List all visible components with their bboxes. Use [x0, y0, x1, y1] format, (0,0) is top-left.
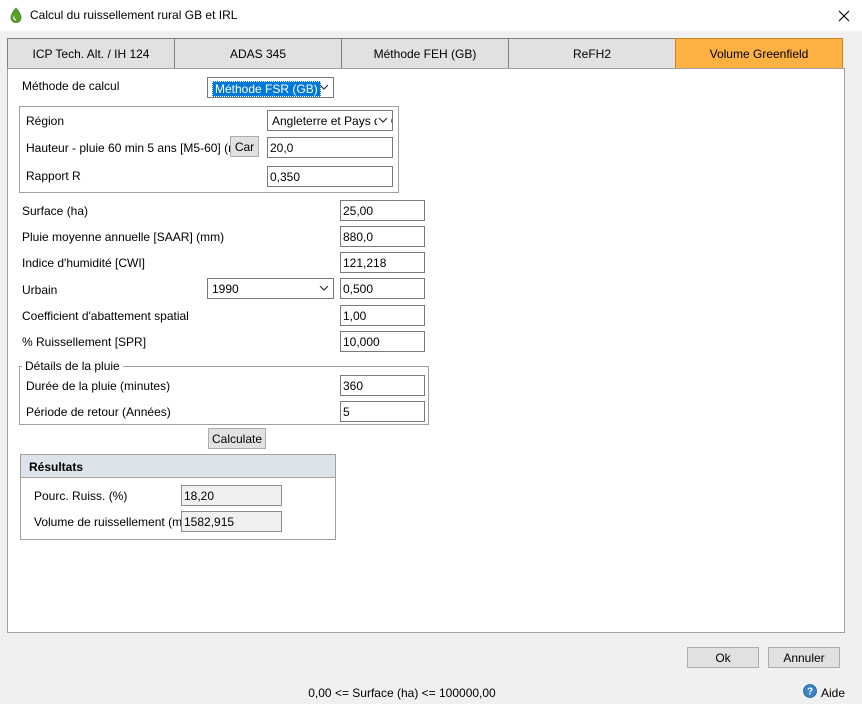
pourc-label: Pourc. Ruiss. (%)	[34, 489, 128, 503]
car-button[interactable]: Car	[230, 136, 259, 157]
region-label: Région	[26, 114, 65, 128]
methode-selected-value: Méthode FSR (GB)	[212, 81, 321, 97]
svg-text:?: ?	[807, 687, 813, 698]
help-icon[interactable]: ?	[803, 684, 817, 698]
duree-input[interactable]: 360	[340, 375, 425, 396]
spr-label: % Ruissellement [SPR]	[22, 335, 147, 349]
tab-icp-tech[interactable]: ICP Tech. Alt. / IH 124	[7, 38, 175, 69]
rapport-label: Rapport R	[26, 169, 81, 183]
tab-label: ADAS 345	[229, 46, 287, 61]
tab-methode-feh[interactable]: Méthode FEH (GB)	[341, 38, 509, 69]
calculate-button[interactable]: Calculate	[208, 428, 266, 449]
duree-label: Durée de la pluie (minutes)	[26, 379, 171, 393]
rapport-input[interactable]: 0,350	[267, 166, 393, 187]
cancel-button-label: Annuler	[783, 650, 825, 665]
ok-button[interactable]: Ok	[687, 647, 759, 668]
coef-input[interactable]: 1,00	[340, 305, 425, 326]
saar-label: Pluie moyenne annuelle [SAAR] (mm)	[22, 230, 225, 244]
results-title: Résultats	[21, 455, 335, 478]
tab-volume-greenfield[interactable]: Volume Greenfield	[675, 38, 843, 69]
urbain-year-value: 1990	[212, 282, 239, 296]
window-title: Calcul du ruissellement rural GB et IRL	[30, 8, 238, 22]
hauteur-input[interactable]: 20,0	[267, 137, 393, 158]
app-droplet-icon	[10, 7, 22, 23]
volume-label: Volume de ruissellement (m³)	[34, 515, 191, 529]
cwi-label: Indice d'humidité [CWI]	[22, 256, 146, 270]
urbain-label: Urbain	[22, 283, 58, 297]
tab-label: Volume Greenfield	[709, 46, 809, 61]
periode-label: Période de retour (Années)	[26, 405, 171, 419]
tab-label: ReFH2	[572, 46, 611, 61]
close-button[interactable]	[826, 0, 862, 31]
urbain-input[interactable]: 0,500	[340, 278, 425, 299]
title-bar: Calcul du ruissellement rural GB et IRL	[0, 0, 862, 31]
calculate-button-label: Calculate	[211, 431, 263, 446]
help-label[interactable]: Aide	[821, 686, 845, 700]
spr-input[interactable]: 10,000	[340, 331, 425, 352]
chevron-down-icon	[377, 114, 389, 126]
car-button-label: Car	[234, 139, 255, 154]
tab-label: ICP Tech. Alt. / IH 124	[32, 46, 150, 61]
methode-label: Méthode de calcul	[22, 79, 120, 93]
pourc-output: 18,20	[181, 485, 282, 506]
methode-select[interactable]: Méthode FSR (GB)	[207, 77, 334, 98]
saar-input[interactable]: 880,0	[340, 226, 425, 247]
tab-bar: ICP Tech. Alt. / IH 124 ADAS 345 Méthode…	[7, 38, 843, 69]
ok-button-label: Ok	[715, 650, 731, 665]
status-text: 0,00 <= Surface (ha) <= 100000,00	[308, 686, 496, 700]
region-select[interactable]: Angleterre et Pays de Galles	[267, 110, 393, 131]
chevron-down-icon	[319, 285, 329, 291]
hauteur-label: Hauteur - pluie 60 min 5 ans [M5-60] (mm…	[26, 141, 253, 155]
coef-label: Coefficient d'abattement spatial	[22, 309, 189, 323]
surface-label: Surface (ha)	[22, 204, 89, 218]
cancel-button[interactable]: Annuler	[768, 647, 840, 668]
chevron-down-icon	[319, 84, 329, 90]
volume-output: 1582,915	[181, 511, 282, 532]
surface-input[interactable]: 25,00	[340, 200, 425, 221]
cwi-input[interactable]: 121,218	[340, 252, 425, 273]
urbain-year-select[interactable]: 1990	[207, 278, 334, 299]
tab-label: Méthode FEH (GB)	[373, 46, 477, 61]
tab-refh2[interactable]: ReFH2	[508, 38, 676, 69]
tab-adas-345[interactable]: ADAS 345	[174, 38, 342, 69]
close-icon	[838, 10, 850, 21]
region-selected-value: Angleterre et Pays de Galles	[272, 114, 392, 128]
periode-input[interactable]: 5	[340, 401, 425, 422]
pluie-group-title: Détails de la pluie	[22, 359, 123, 373]
